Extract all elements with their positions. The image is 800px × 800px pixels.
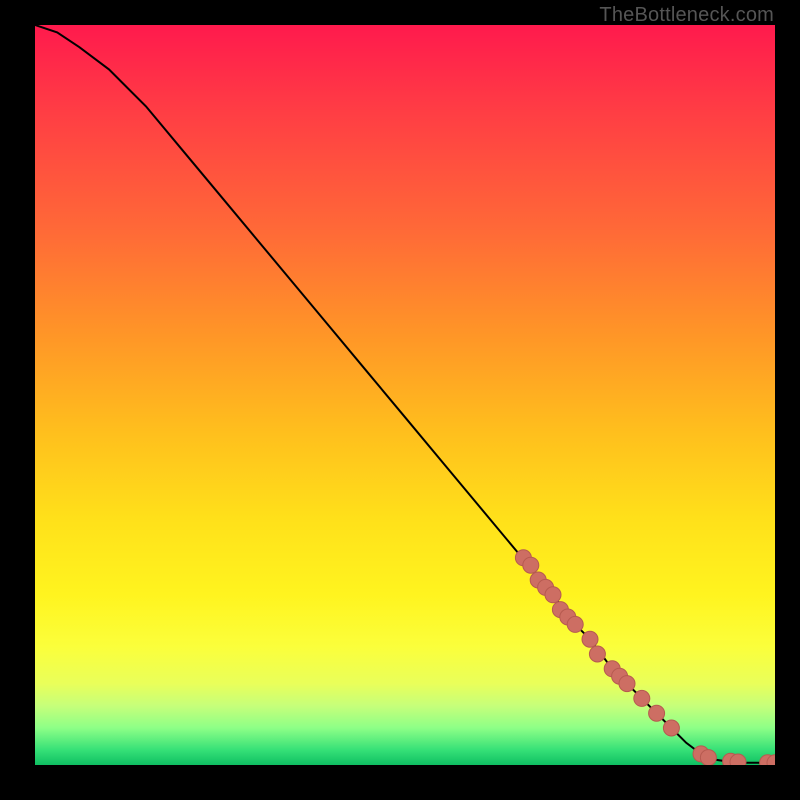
curve-marker [730, 754, 746, 765]
attribution-text: TheBottleneck.com [599, 4, 774, 27]
curve-overlay [35, 25, 775, 765]
curve-marker [663, 720, 679, 736]
curve-marker [523, 557, 539, 573]
curve-marker [700, 750, 716, 765]
curve-marker [589, 646, 605, 662]
curve-marker [567, 616, 583, 632]
bottleneck-curve [35, 25, 775, 763]
curve-marker [545, 587, 561, 603]
curve-markers [515, 550, 775, 765]
curve-marker [582, 631, 598, 647]
plot-area [35, 25, 775, 765]
chart-frame: TheBottleneck.com [0, 0, 800, 800]
curve-marker [649, 705, 665, 721]
curve-marker [634, 690, 650, 706]
curve-marker [619, 676, 635, 692]
